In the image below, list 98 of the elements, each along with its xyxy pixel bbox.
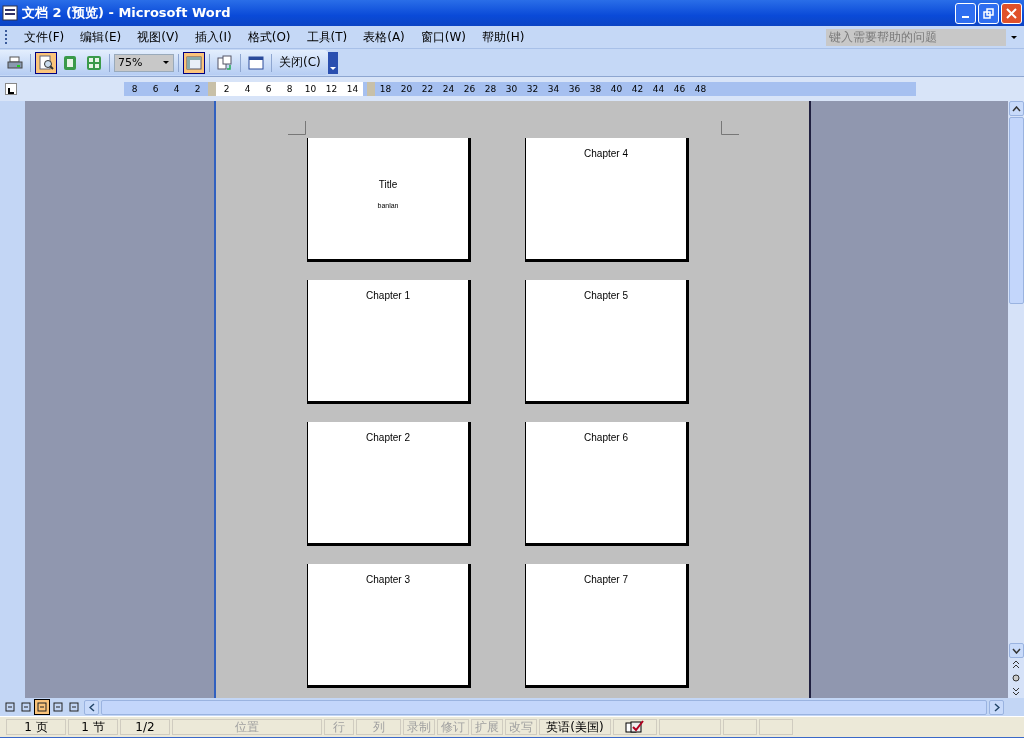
- ruler-number: 30: [504, 84, 519, 94]
- scroll-down-button[interactable]: [1008, 643, 1024, 658]
- slide-title: Chapter 7: [584, 574, 628, 585]
- ruler-number: 48: [693, 84, 708, 94]
- ruler-number: 4: [172, 84, 181, 94]
- ruler-number: 32: [525, 84, 540, 94]
- status-field: 1 页: [6, 719, 66, 735]
- view-icon: [5, 702, 15, 712]
- ruler-number: 44: [651, 84, 666, 94]
- close-icon: [1006, 7, 1017, 19]
- status-field: 扩展: [471, 719, 503, 735]
- scroll-up-button[interactable]: [1008, 101, 1024, 116]
- printer-icon: [7, 54, 23, 71]
- restore-icon: [983, 7, 994, 19]
- view-icon: [21, 702, 31, 712]
- status-field: 行: [324, 719, 354, 735]
- status-field: 1/2: [120, 719, 170, 735]
- status-field: 位置: [172, 719, 322, 735]
- ruler-number: 6: [264, 84, 273, 94]
- menu-item[interactable]: 帮助(H): [474, 28, 533, 46]
- scroll-left-button[interactable]: [84, 699, 99, 715]
- magnifier-page-icon: [38, 54, 54, 71]
- zoom-dropdown[interactable]: 75%: [114, 53, 174, 72]
- ruler-number: 26: [462, 84, 477, 94]
- scroll-right-button[interactable]: [989, 699, 1004, 715]
- ruler-number: 24: [441, 84, 456, 94]
- slide-title: Chapter 4: [584, 148, 628, 159]
- ruler-number: 42: [630, 84, 645, 94]
- status-field: 录制: [403, 719, 435, 735]
- view-icon: [37, 702, 47, 712]
- ruler-number: 2: [222, 84, 231, 94]
- window-title: 文档 2 (预览) - Microsoft Word: [22, 4, 232, 22]
- close-button[interactable]: [1001, 2, 1022, 24]
- scroll-thumb[interactable]: [1008, 117, 1024, 304]
- minimize-icon: [962, 16, 969, 18]
- shrink-pages-icon: [217, 54, 233, 71]
- view-icon: [69, 702, 79, 712]
- ruler-number: 8: [130, 84, 139, 94]
- help-search-field[interactable]: 键入需要帮助的问题: [826, 28, 1006, 46]
- spelling-check-icon: [625, 720, 645, 734]
- multiple-pages-icon: [86, 54, 102, 71]
- ruler-number: 28: [483, 84, 498, 94]
- minimize-button[interactable]: [955, 2, 976, 24]
- one-page-icon: [62, 54, 78, 71]
- ruler-number: 6: [151, 84, 160, 94]
- ruler-number: 22: [420, 84, 435, 94]
- ruler-number: 20: [399, 84, 414, 94]
- ruler-icon: [186, 54, 202, 71]
- slide-title: Chapter 1: [366, 290, 410, 301]
- toolbar-options-icon[interactable]: [327, 51, 338, 74]
- browse-object-icon[interactable]: [1011, 672, 1021, 684]
- status-field: [723, 719, 757, 735]
- slide-title: Chapter 3: [366, 574, 410, 585]
- view-button[interactable]: [34, 699, 50, 715]
- full-screen-icon: [248, 54, 264, 71]
- ruler-number: 12: [324, 84, 339, 94]
- ruler-number: 8: [285, 84, 294, 94]
- dropdown-arrow-icon[interactable]: [1010, 33, 1018, 41]
- ruler-number: 14: [345, 84, 360, 94]
- ruler-number: 18: [378, 84, 393, 94]
- crop-mark-icon: [721, 121, 739, 135]
- menu-item[interactable]: 编辑(E): [72, 28, 130, 46]
- slide-title: Chapter 5: [584, 290, 628, 301]
- slide-title: Chapter 6: [584, 432, 628, 443]
- menu-item[interactable]: 文件(F): [16, 28, 73, 46]
- menu-item[interactable]: 格式(O): [239, 28, 299, 46]
- status-field: 英语(美国): [539, 719, 611, 735]
- ruler-number: 2: [193, 84, 202, 94]
- ruler-number: 40: [609, 84, 624, 94]
- status-field: 列: [356, 719, 401, 735]
- ruler-number: 34: [546, 84, 561, 94]
- menu-item[interactable]: 视图(V): [129, 28, 187, 46]
- status-field: 修订: [437, 719, 469, 735]
- status-field: [659, 719, 721, 735]
- restore-button[interactable]: [978, 2, 999, 24]
- slide-title: Title: [378, 178, 398, 190]
- view-icon: [53, 702, 63, 712]
- ruler-number: 4: [243, 84, 252, 94]
- toolbar-button[interactable]: [35, 51, 57, 74]
- menu-item[interactable]: 工具(T): [298, 28, 356, 46]
- ruler-number: 46: [672, 84, 687, 94]
- slide-title: Chapter 2: [366, 432, 410, 443]
- close-preview-button[interactable]: 关闭(C): [276, 54, 324, 71]
- status-field: 改写: [505, 719, 537, 735]
- toolbar-button[interactable]: [183, 51, 205, 74]
- status-field: 1 节: [68, 719, 118, 735]
- dropdown-arrow-icon: [163, 61, 169, 64]
- indent-marker[interactable]: [367, 82, 375, 96]
- menu-item[interactable]: 插入(I): [186, 28, 240, 46]
- ruler-number: 38: [588, 84, 603, 94]
- menu-item[interactable]: 表格(A): [355, 28, 413, 46]
- crop-mark-icon: [288, 121, 306, 135]
- menu-item[interactable]: 窗口(W): [412, 28, 475, 46]
- tab-stop-icon[interactable]: [5, 83, 17, 95]
- ruler-number: 36: [567, 84, 582, 94]
- ruler-number: 10: [303, 84, 318, 94]
- indent-marker[interactable]: [208, 82, 216, 96]
- status-field: [759, 719, 793, 735]
